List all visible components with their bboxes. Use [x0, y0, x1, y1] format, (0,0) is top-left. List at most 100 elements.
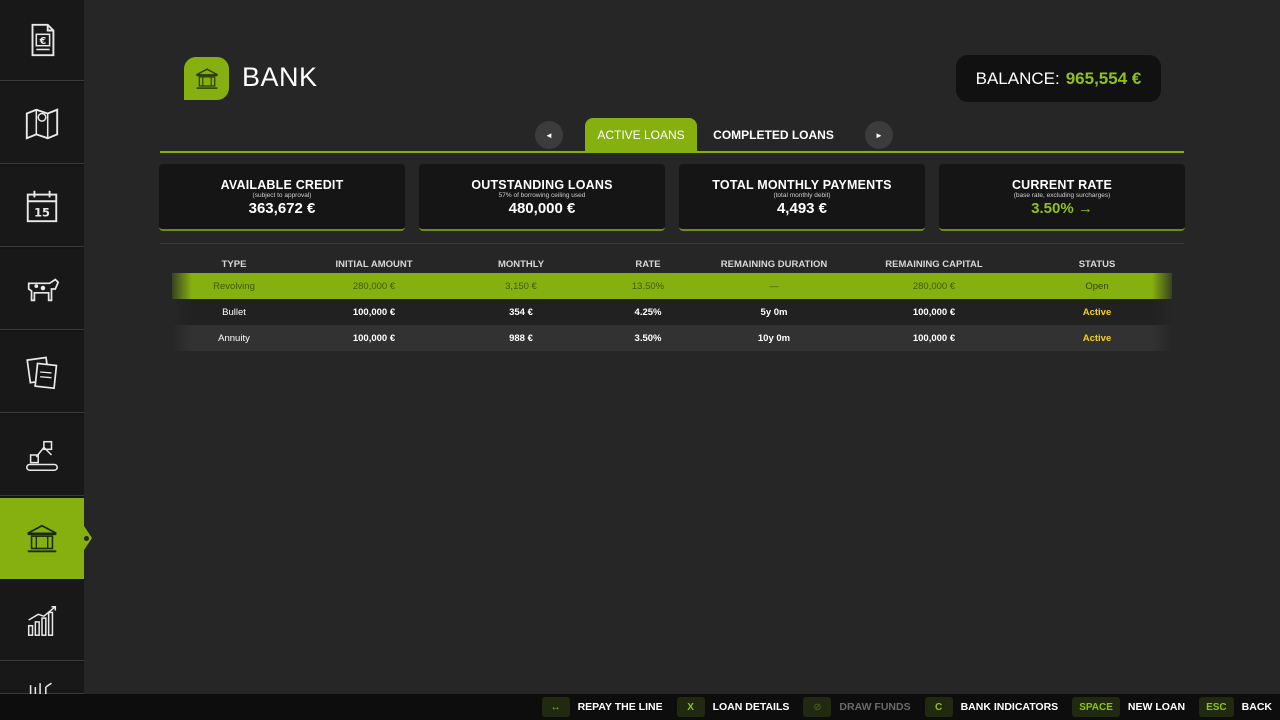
cell-monthly: 988 €	[509, 332, 533, 344]
sidebar: € 15	[0, 0, 92, 695]
tab-prev-button[interactable]: ◄	[535, 121, 563, 149]
sidebar-item-production[interactable]	[0, 415, 84, 496]
cell-remaining-capital: 100,000 €	[912, 306, 956, 318]
hint-label: DRAW FUNDS	[839, 701, 911, 713]
sidebar-item-statistics[interactable]	[0, 580, 84, 661]
hint-label: NEW LOAN	[1127, 701, 1186, 713]
card-title: OUTSTANDING LOANS	[471, 178, 613, 192]
hint-label: BANK INDICATORS	[960, 701, 1059, 713]
hint-new-loan[interactable]: SPACE NEW LOAN	[1072, 697, 1185, 717]
table-row[interactable]: Bullet 100,000 € 354 € 4.25% 5y 0m 100,0…	[172, 299, 1172, 325]
sidebar-item-contracts[interactable]	[0, 332, 84, 413]
active-indicator	[84, 536, 89, 541]
balance-value: 965,554 €	[1065, 68, 1142, 88]
bank-icon	[27, 524, 57, 552]
balance-display: BALANCE: 965,554 €	[956, 55, 1161, 102]
svg-text:€: €	[39, 36, 47, 47]
cell-status: Open	[1085, 280, 1109, 292]
column-header-monthly: MONTHLY	[497, 259, 545, 270]
column-header-remaining-duration: REMAINING DURATION	[720, 259, 828, 270]
cell-remaining-capital: 280,000 €	[912, 280, 956, 292]
page-title: BANK	[242, 62, 318, 92]
tab-completed-loans[interactable]: COMPLETED LOANS	[706, 118, 841, 152]
more-icon	[29, 682, 52, 695]
cell-remaining-duration: —	[769, 280, 779, 292]
card-value: 3.50% →	[1031, 200, 1093, 217]
tab-next-button[interactable]: ►	[865, 121, 893, 149]
column-header-status: STATUS	[1078, 259, 1116, 270]
map-icon	[25, 108, 59, 140]
card-value: 4,493 €	[776, 200, 828, 217]
sidebar-item-calendar[interactable]: 15	[0, 166, 84, 247]
hint-loan-details[interactable]: X LOAN DETAILS	[676, 697, 790, 717]
loans-table: TYPE INITIAL AMOUNT MONTHLY RATE REMAINI…	[172, 256, 1172, 351]
hint-label: BACK	[1241, 701, 1272, 713]
hint-draw-funds[interactable]: ⊘ DRAW FUNDS	[803, 697, 911, 717]
table-row[interactable]: Revolving 280,000 € 3,150 € 13.50% — 280…	[172, 273, 1172, 299]
card-subtitle: (total monthly debit)	[773, 192, 831, 199]
card-current-rate[interactable]: CURRENT RATE (base rate, excluding surch…	[939, 164, 1185, 231]
sidebar-item-animals[interactable]	[0, 249, 84, 330]
key-x: X	[676, 697, 705, 717]
key-draw-icon: ⊘	[803, 697, 832, 717]
card-available-credit: AVAILABLE CREDIT (subject to approval) 3…	[159, 164, 405, 231]
cell-monthly: 3,150 €	[505, 280, 537, 292]
bank-logo	[184, 57, 229, 100]
cell-remaining-capital: 100,000 €	[912, 332, 956, 344]
calendar-icon: 15	[26, 190, 58, 223]
cell-rate: 13.50%	[631, 280, 665, 292]
cell-type: Revolving	[213, 280, 255, 292]
cell-status: Active	[1082, 332, 1112, 344]
cell-monthly: 354 €	[509, 306, 533, 318]
cell-rate: 3.50%	[634, 332, 662, 344]
card-outstanding-loans: OUTSTANDING LOANS 57% of borrowing ceili…	[419, 164, 665, 231]
tab-underline	[160, 151, 1184, 153]
key-esc: ESC	[1199, 697, 1234, 717]
input-hints-bar: ↔ REPAY THE LINE X LOAN DETAILS ⊘ DRAW F…	[0, 694, 1280, 720]
table-header: TYPE INITIAL AMOUNT MONTHLY RATE REMAINI…	[172, 256, 1172, 273]
card-subtitle: (base rate, excluding surcharges)	[1013, 192, 1111, 199]
calendar-day: 15	[34, 205, 50, 219]
cell-status: Active	[1082, 306, 1112, 318]
card-value: 363,672 €	[248, 200, 316, 217]
production-icon	[26, 440, 58, 471]
statistics-icon	[27, 605, 57, 636]
cell-type: Annuity	[218, 332, 250, 344]
key-repay-icon: ↔	[541, 697, 570, 717]
cell-rate: 4.25%	[634, 306, 662, 318]
balance-label: BALANCE:	[975, 68, 1060, 88]
cow-icon	[27, 278, 60, 302]
key-space: SPACE	[1072, 697, 1120, 717]
column-header-type: TYPE	[221, 259, 247, 270]
sidebar-item-finances[interactable]: €	[0, 0, 84, 81]
contracts-icon	[26, 356, 58, 390]
sidebar-item-more[interactable]	[0, 663, 84, 695]
cell-initial-amount: 100,000 €	[352, 306, 396, 318]
tab-active-loans[interactable]: ACTIVE LOANS	[585, 118, 697, 152]
hint-label: LOAN DETAILS	[712, 701, 790, 713]
key-c: C	[924, 697, 953, 717]
card-value: 480,000 €	[508, 200, 576, 217]
cell-initial-amount: 100,000 €	[352, 332, 396, 344]
sidebar-item-bank[interactable]	[0, 498, 92, 579]
cell-type: Bullet	[222, 306, 246, 318]
cell-initial-amount: 280,000 €	[352, 280, 396, 292]
divider	[160, 243, 1184, 244]
column-header-initial-amount: INITIAL AMOUNT	[335, 259, 413, 270]
card-title: CURRENT RATE	[1011, 178, 1113, 192]
card-subtitle: 57% of borrowing ceiling used	[498, 192, 586, 199]
column-header-rate: RATE	[635, 259, 661, 270]
sidebar-item-map[interactable]	[0, 83, 84, 164]
hint-repay-the-line[interactable]: ↔ REPAY THE LINE	[541, 697, 663, 717]
finance-document-icon: €	[31, 23, 55, 57]
hint-label: REPAY THE LINE	[577, 701, 663, 713]
hint-bank-indicators[interactable]: C BANK INDICATORS	[924, 697, 1059, 717]
table-row[interactable]: Annuity 100,000 € 988 € 3.50% 10y 0m 100…	[172, 325, 1172, 351]
column-header-remaining-capital: REMAINING CAPITAL	[885, 259, 983, 270]
card-title: AVAILABLE CREDIT	[220, 178, 344, 192]
card-total-monthly-payments: TOTAL MONTHLY PAYMENTS (total monthly de…	[679, 164, 925, 231]
hint-back[interactable]: ESC BACK	[1199, 697, 1272, 717]
cell-remaining-duration: 5y 0m	[760, 306, 788, 318]
bank-icon	[195, 67, 218, 89]
card-subtitle: (subject to approval)	[252, 192, 312, 199]
